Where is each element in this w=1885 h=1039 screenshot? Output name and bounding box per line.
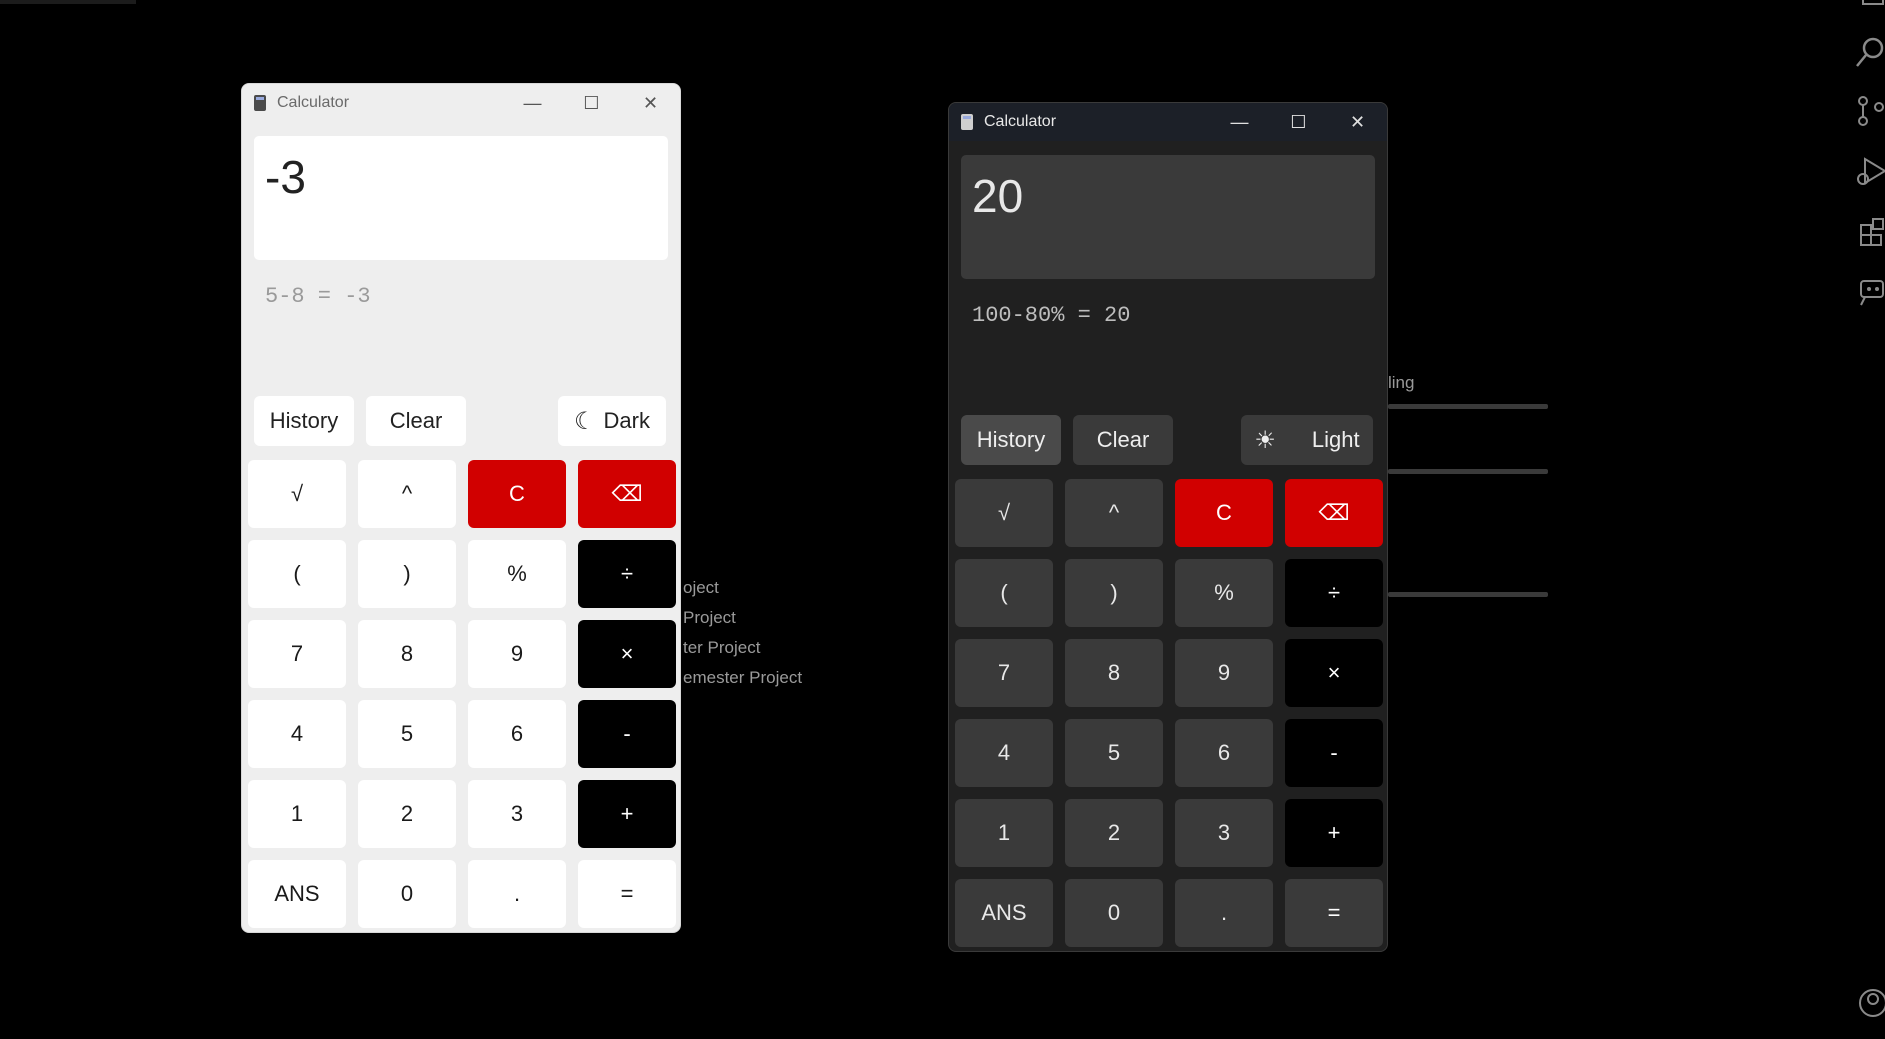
remote-icon[interactable] bbox=[1845, 273, 1885, 313]
result-display: -3 bbox=[254, 136, 668, 260]
clear-entry-key[interactable]: C bbox=[468, 460, 566, 528]
calculator-app-icon bbox=[961, 114, 973, 130]
digit-9-key[interactable]: 9 bbox=[468, 620, 566, 688]
add-key[interactable]: + bbox=[578, 780, 676, 848]
clear-history-button[interactable]: Clear bbox=[1073, 415, 1173, 465]
window-controls: — ☐ ✕ bbox=[1210, 103, 1387, 141]
digit-2-key[interactable]: 2 bbox=[358, 780, 456, 848]
ans-key[interactable]: ANS bbox=[248, 860, 346, 928]
close-button[interactable]: ✕ bbox=[621, 84, 680, 122]
multiply-key[interactable]: × bbox=[578, 620, 676, 688]
decimal-key[interactable]: . bbox=[468, 860, 566, 928]
keypad: √ ^ C ⌫ ()% ÷ 7 8 9 × 4 5 6- 1 2 3 + ANS 0. = bbox=[955, 479, 1383, 947]
percent-key[interactable]: % bbox=[1175, 559, 1273, 627]
equals-key[interactable]: = bbox=[578, 860, 676, 928]
backspace-key[interactable]: ⌫ bbox=[1285, 479, 1383, 547]
calculator-window-light: Calculator — ☐ ✕ -3 5-8 = -3 History Cle… bbox=[241, 83, 681, 933]
history-button[interactable]: History bbox=[254, 396, 354, 446]
add-key[interactable]: + bbox=[1285, 799, 1383, 867]
search-icon[interactable] bbox=[1845, 34, 1885, 74]
account-icon[interactable] bbox=[1845, 985, 1885, 1025]
digit-7-key[interactable]: 7 bbox=[955, 639, 1053, 707]
background-divider bbox=[1388, 469, 1548, 474]
ans-key[interactable]: ANS bbox=[955, 879, 1053, 947]
digit-1-key[interactable]: 1 bbox=[248, 780, 346, 848]
background-list-item: emester Project bbox=[683, 668, 803, 687]
digit-9-key[interactable]: 9 bbox=[1175, 639, 1273, 707]
calculator-window-dark: Calculator — ☐ ✕ 20 100-80% = 20 History… bbox=[948, 102, 1388, 952]
theme-toggle-label: Light bbox=[1311, 427, 1360, 452]
digit-3-key[interactable]: 3 bbox=[1175, 799, 1273, 867]
digit-5-key[interactable]: 5 bbox=[1065, 719, 1163, 787]
moon-icon: ☾ bbox=[574, 407, 596, 435]
digit-2-key[interactable]: 2 bbox=[1065, 799, 1163, 867]
title-bar[interactable]: Calculator — ☐ ✕ bbox=[949, 103, 1387, 141]
digit-1-key[interactable]: 1 bbox=[955, 799, 1053, 867]
top-strip bbox=[0, 0, 136, 4]
sqrt-key[interactable]: √ bbox=[248, 460, 346, 528]
divide-key[interactable]: ÷ bbox=[1285, 559, 1383, 627]
clear-entry-key[interactable]: C bbox=[1175, 479, 1273, 547]
expression-history: 100-80% = 20 bbox=[972, 303, 1131, 328]
background-label: ling bbox=[1388, 373, 1415, 392]
calculator-app-icon bbox=[254, 95, 266, 111]
window-title: Calculator bbox=[984, 113, 1057, 130]
digit-0-key[interactable]: 0 bbox=[358, 860, 456, 928]
subtract-key[interactable]: - bbox=[578, 700, 676, 768]
equals-key[interactable]: = bbox=[1285, 879, 1383, 947]
run-debug-icon[interactable] bbox=[1845, 153, 1885, 193]
background-divider bbox=[1388, 592, 1548, 597]
power-key[interactable]: ^ bbox=[358, 460, 456, 528]
subtract-key[interactable]: - bbox=[1285, 719, 1383, 787]
window-controls: — ☐ ✕ bbox=[503, 84, 680, 122]
history-button[interactable]: History bbox=[961, 415, 1061, 465]
source-control-icon[interactable] bbox=[1845, 93, 1885, 133]
digit-4-key[interactable]: 4 bbox=[955, 719, 1053, 787]
digit-6-key[interactable]: 6 bbox=[1175, 719, 1273, 787]
digit-8-key[interactable]: 8 bbox=[358, 620, 456, 688]
background-divider bbox=[1388, 404, 1548, 409]
background-list-item: Project bbox=[683, 608, 736, 627]
clear-history-button[interactable]: Clear bbox=[366, 396, 466, 446]
backspace-key[interactable]: ⌫ bbox=[578, 460, 676, 528]
digit-8-key[interactable]: 8 bbox=[1065, 639, 1163, 707]
keypad: √ ^ C ⌫ ()% ÷ 7 8 9 × 4 5 6- 1 2 3 + ANS 0. = bbox=[248, 460, 676, 928]
digit-3-key[interactable]: 3 bbox=[468, 780, 566, 848]
maximize-button[interactable]: ☐ bbox=[1269, 103, 1328, 141]
open-paren-key[interactable]: ( bbox=[248, 540, 346, 608]
open-paren-key[interactable]: ( bbox=[955, 559, 1053, 627]
close-paren-key[interactable]: ) bbox=[1065, 559, 1163, 627]
decimal-key[interactable]: . bbox=[1175, 879, 1273, 947]
divide-key[interactable]: ÷ bbox=[578, 540, 676, 608]
files-icon[interactable] bbox=[1845, 0, 1885, 18]
theme-toggle-label: Dark bbox=[603, 408, 650, 433]
digit-6-key[interactable]: 6 bbox=[468, 700, 566, 768]
background-list-item: oject bbox=[683, 578, 719, 597]
digit-4-key[interactable]: 4 bbox=[248, 700, 346, 768]
theme-toggle-button[interactable]: ☾ Dark bbox=[558, 396, 666, 446]
sun-icon: ☀ bbox=[1254, 426, 1276, 454]
percent-key[interactable]: % bbox=[468, 540, 566, 608]
sqrt-key[interactable]: √ bbox=[955, 479, 1053, 547]
multiply-key[interactable]: × bbox=[1285, 639, 1383, 707]
extensions-icon[interactable] bbox=[1845, 213, 1885, 253]
title-bar[interactable]: Calculator — ☐ ✕ bbox=[242, 84, 680, 122]
theme-toggle-button[interactable]: ☀ Light bbox=[1241, 415, 1373, 465]
result-display: 20 bbox=[961, 155, 1375, 279]
close-button[interactable]: ✕ bbox=[1328, 103, 1387, 141]
digit-7-key[interactable]: 7 bbox=[248, 620, 346, 688]
minimize-button[interactable]: — bbox=[1210, 103, 1269, 141]
power-key[interactable]: ^ bbox=[1065, 479, 1163, 547]
window-title: Calculator bbox=[277, 94, 350, 111]
maximize-button[interactable]: ☐ bbox=[562, 84, 621, 122]
digit-0-key[interactable]: 0 bbox=[1065, 879, 1163, 947]
expression-history: 5-8 = -3 bbox=[265, 284, 371, 309]
digit-5-key[interactable]: 5 bbox=[358, 700, 456, 768]
minimize-button[interactable]: — bbox=[503, 84, 562, 122]
background-list-item: ter Project bbox=[683, 638, 761, 657]
close-paren-key[interactable]: ) bbox=[358, 540, 456, 608]
